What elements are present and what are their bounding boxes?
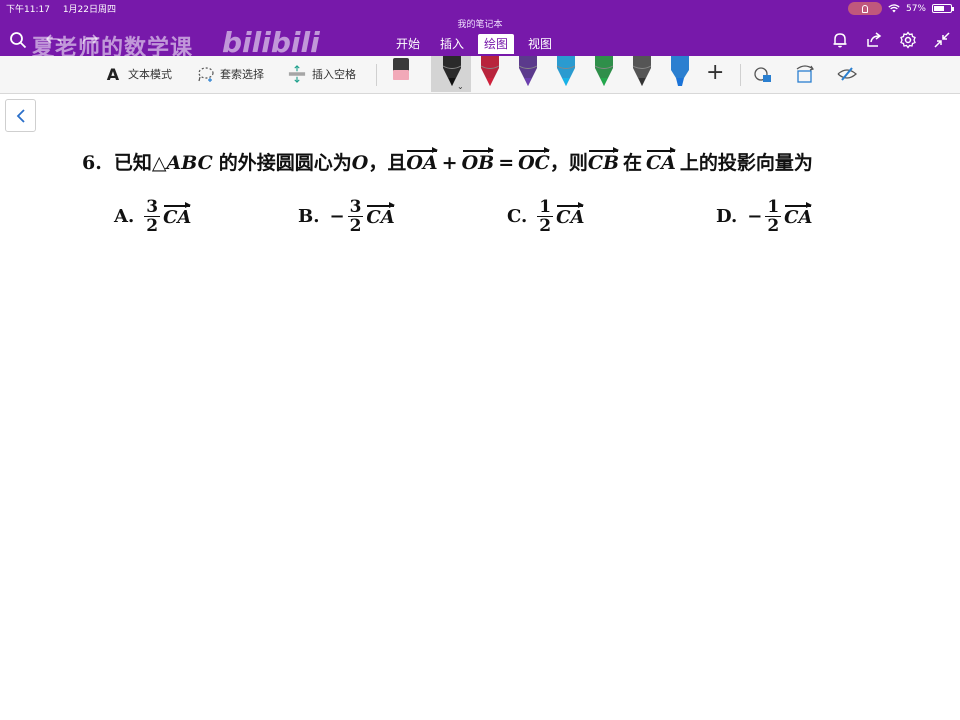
wifi-icon bbox=[888, 4, 900, 13]
fraction-denominator: 2 bbox=[146, 216, 159, 236]
fraction-numerator: 3 bbox=[347, 197, 364, 217]
option-letter: C. bbox=[507, 206, 528, 227]
pen-icon bbox=[556, 56, 576, 86]
question-text: 上的投影向量为 bbox=[679, 152, 813, 174]
fraction-numerator: 1 bbox=[537, 197, 554, 217]
option-letter: D. bbox=[716, 206, 738, 227]
chevron-down-icon[interactable]: ⌄ bbox=[457, 82, 464, 91]
center-label: O bbox=[351, 152, 369, 174]
question-text: ，则 bbox=[549, 152, 588, 174]
option-c: C. 1 2 CA bbox=[507, 197, 585, 236]
chevron-left-icon bbox=[16, 108, 25, 123]
fraction-numerator: 1 bbox=[765, 197, 782, 217]
battery-percent: 57% bbox=[905, 3, 926, 14]
pen-tool-2[interactable] bbox=[475, 56, 505, 92]
bell-icon[interactable] bbox=[830, 30, 850, 50]
option-fraction: 1 2 bbox=[537, 197, 554, 236]
vector-cb: CB bbox=[587, 147, 620, 174]
option-fraction: 3 2 bbox=[347, 197, 364, 236]
eraser-icon bbox=[393, 58, 409, 80]
question-text: 已知 bbox=[113, 152, 152, 174]
pen-icon bbox=[518, 56, 538, 86]
lasso-icon bbox=[196, 65, 214, 83]
search-icon[interactable] bbox=[8, 30, 28, 50]
add-pen-button[interactable]: + bbox=[706, 62, 724, 84]
question-6: 6. 已知 △ ABC 的外接圆圆心为 O ，且 OA + OB = OC ，则… bbox=[82, 147, 813, 175]
insert-space-button[interactable]: 插入空格 bbox=[288, 65, 356, 83]
pen-tool-3[interactable] bbox=[513, 56, 543, 92]
pen-icon bbox=[594, 56, 614, 86]
option-fraction: 3 2 bbox=[144, 197, 161, 236]
ink-to-shape-icon[interactable] bbox=[752, 64, 774, 86]
toolbar-divider bbox=[740, 64, 741, 86]
equals-sign: = bbox=[498, 152, 515, 174]
option-letter: B. bbox=[298, 206, 320, 227]
option-sign: − bbox=[329, 206, 345, 227]
share-icon[interactable] bbox=[864, 30, 884, 50]
eraser-tool[interactable] bbox=[386, 56, 416, 92]
status-date: 1月22日周四 bbox=[62, 5, 116, 15]
tab-home[interactable]: 开始 bbox=[390, 34, 426, 54]
question-text: 在 bbox=[623, 152, 643, 174]
option-b: B. − 3 2 CA bbox=[298, 197, 396, 236]
option-vector: CA bbox=[163, 202, 192, 228]
vector-oa: OA bbox=[406, 147, 438, 174]
lasso-select-label: 套索选择 bbox=[220, 68, 264, 81]
triangle-name: ABC bbox=[166, 152, 213, 174]
text-mode-button[interactable]: A 文本模式 bbox=[104, 64, 172, 84]
notebook-title: 我的笔记本 bbox=[457, 20, 503, 30]
question-number: 6. bbox=[82, 152, 102, 174]
status-time: 下午11:17 bbox=[6, 5, 50, 15]
option-vector: CA bbox=[784, 202, 813, 228]
battery-icon bbox=[932, 4, 954, 13]
option-vector: CA bbox=[366, 202, 396, 228]
ink-replay-icon[interactable] bbox=[836, 64, 858, 86]
highlighter-icon bbox=[671, 56, 689, 86]
vector-ca: CA bbox=[646, 147, 676, 174]
vector-oc: OC bbox=[518, 147, 550, 174]
status-bar-right: 57% bbox=[847, 2, 954, 15]
microphone-indicator-icon bbox=[847, 2, 882, 15]
option-d: D. − 1 2 CA bbox=[716, 197, 813, 236]
text-mode-label: 文本模式 bbox=[128, 68, 172, 81]
app-header: 下午11:17 1月22日周四 57% 我的笔记本 夏老师的数学课 bilibi… bbox=[0, 0, 960, 61]
gear-icon[interactable] bbox=[898, 30, 918, 50]
fraction-denominator: 2 bbox=[767, 216, 780, 236]
pen-tool-4[interactable] bbox=[551, 56, 581, 92]
option-fraction: 1 2 bbox=[765, 197, 782, 236]
tab-insert[interactable]: 插入 bbox=[434, 34, 470, 54]
pen-tool-7[interactable] bbox=[665, 56, 695, 92]
fraction-numerator: 3 bbox=[144, 197, 161, 217]
vector-ob: OB bbox=[461, 147, 495, 174]
option-sign: − bbox=[747, 206, 763, 227]
back-button[interactable] bbox=[5, 99, 36, 132]
fraction-denominator: 2 bbox=[539, 216, 552, 236]
insert-space-label: 插入空格 bbox=[312, 68, 356, 81]
pen-tool-6[interactable] bbox=[627, 56, 657, 92]
toolbar-divider bbox=[376, 64, 377, 86]
rotate-shape-icon[interactable] bbox=[794, 64, 816, 86]
option-a: A. 3 2 CA bbox=[114, 197, 192, 236]
pen-icon bbox=[480, 56, 500, 86]
question-text: ，且 bbox=[368, 152, 407, 174]
question-text: 的外接圆圆心为 bbox=[218, 152, 352, 174]
plus-sign: + bbox=[441, 152, 458, 174]
lasso-select-button[interactable]: 套索选择 bbox=[196, 65, 264, 83]
tab-draw[interactable]: 绘图 bbox=[478, 34, 515, 54]
text-mode-icon: A bbox=[106, 64, 120, 84]
fraction-denominator: 2 bbox=[349, 216, 362, 236]
draw-toolbar: A 文本模式 套索选择 插入空格 ⌄ + bbox=[0, 56, 960, 94]
tab-view[interactable]: 视图 bbox=[522, 34, 558, 54]
option-vector: CA bbox=[556, 202, 585, 228]
pen-tool-5[interactable] bbox=[589, 56, 619, 92]
collapse-icon[interactable] bbox=[932, 30, 952, 50]
status-bar-left: 下午11:17 1月22日周四 bbox=[6, 2, 126, 15]
header-right-icons bbox=[830, 30, 952, 50]
insert-space-icon bbox=[288, 65, 306, 83]
option-letter: A. bbox=[114, 206, 135, 227]
bilibili-watermark-logo: bilibili bbox=[222, 26, 320, 59]
pen-icon bbox=[632, 56, 652, 86]
ribbon-tabs: 开始 插入 绘图 视图 bbox=[390, 34, 558, 54]
triangle-symbol: △ bbox=[151, 152, 167, 174]
